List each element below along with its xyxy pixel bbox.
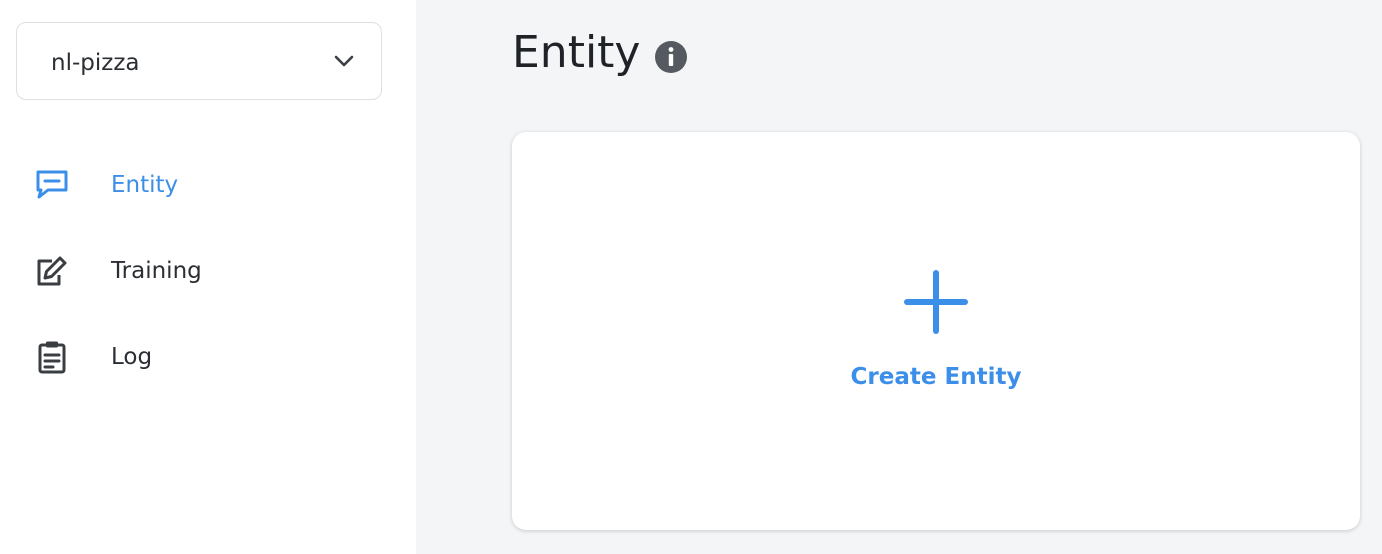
project-select[interactable]: nl-pizza xyxy=(16,22,382,100)
sidebar-item-training[interactable]: Training xyxy=(0,241,416,301)
page-title: Entity xyxy=(512,27,641,78)
project-name: nl-pizza xyxy=(51,50,140,76)
message-square-icon xyxy=(36,170,68,199)
sidebar-item-log[interactable]: Log xyxy=(0,327,416,387)
chevron-down-icon xyxy=(334,55,354,67)
sidebar-item-label: Training xyxy=(111,258,202,284)
clipboard-icon xyxy=(38,341,66,374)
plus-icon xyxy=(904,270,968,334)
create-entity-card[interactable]: Create Entity xyxy=(512,132,1360,530)
create-entity-label: Create Entity xyxy=(850,364,1022,390)
sidebar: nl-pizza Entity Training Log xyxy=(0,0,416,554)
info-icon[interactable] xyxy=(654,40,688,74)
sidebar-item-entity[interactable]: Entity xyxy=(0,155,416,215)
sidebar-item-label: Log xyxy=(111,344,153,370)
sidebar-item-label: Entity xyxy=(111,172,179,198)
pen-square-icon xyxy=(37,256,67,286)
